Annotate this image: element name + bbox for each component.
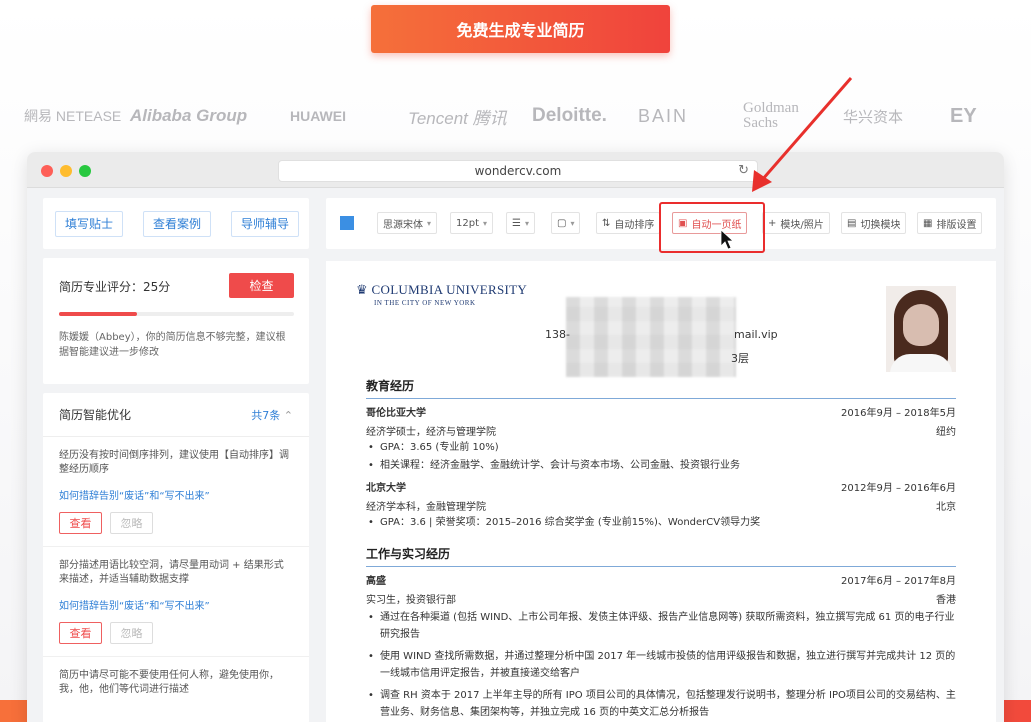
mouse-cursor-icon: [720, 229, 735, 250]
annotation-arrow: [720, 77, 853, 250]
